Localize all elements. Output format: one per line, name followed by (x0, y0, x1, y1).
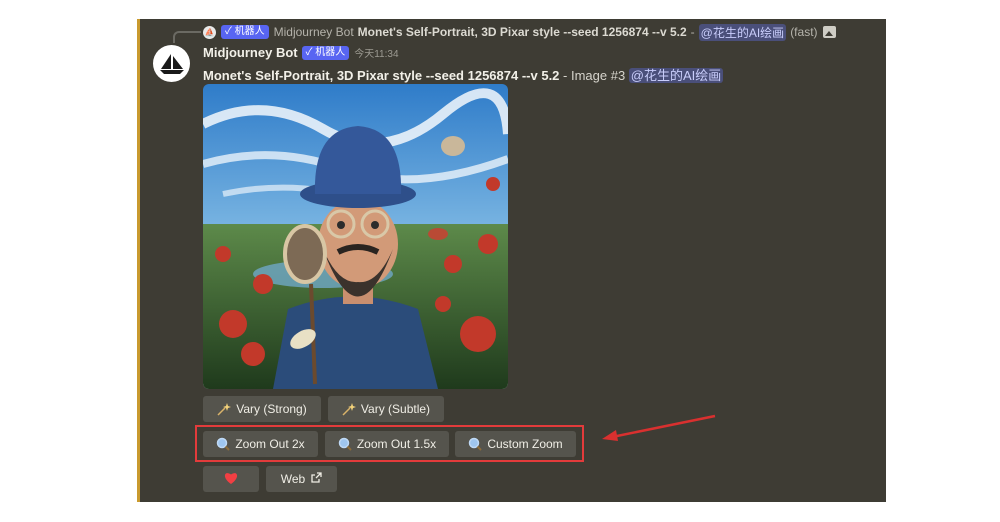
image-label: - Image #3 (559, 68, 629, 83)
vary-strong-label: Vary (Strong) (236, 402, 307, 416)
vary-strong-button[interactable]: Vary (Strong) (203, 396, 321, 422)
annotation-arrow (602, 414, 716, 441)
generated-image[interactable] (203, 84, 508, 389)
external-link-icon (311, 472, 322, 486)
zoom-out-1-5x-button[interactable]: Zoom Out 1.5x (325, 431, 449, 457)
zoom-out-2x-button[interactable]: Zoom Out 2x (203, 431, 318, 457)
web-link-button[interactable]: Web (266, 466, 337, 492)
message-content: Monet's Self-Portrait, 3D Pixar style --… (203, 65, 724, 84)
zoom-out-2x-label: Zoom Out 2x (235, 437, 305, 451)
sailboat-icon (159, 53, 184, 74)
reply-separator: - (690, 25, 695, 39)
zoom-out-1-5x-label: Zoom Out 1.5x (356, 437, 437, 451)
heart-icon (223, 471, 239, 488)
web-label: Web (280, 472, 306, 486)
magnifier-icon (216, 437, 231, 451)
reply-connector (173, 31, 201, 43)
magnifier-icon (468, 437, 483, 451)
reply-prompt: Monet's Self-Portrait, 3D Pixar style --… (357, 25, 687, 39)
vary-subtle-label: Vary (Subtle) (360, 402, 431, 416)
reply-bot-tag: ✓ 机器人 (221, 25, 269, 39)
message-mention[interactable]: @花生的AI绘画 (628, 68, 724, 83)
reply-reference[interactable]: ⛵ ✓ 机器人 Midjourney Bot Monet's Self-Port… (203, 23, 836, 41)
timestamp: 今天11:34 (354, 49, 399, 60)
magnifier-icon (338, 437, 352, 451)
bot-tag: ✓ 机器人 (301, 45, 350, 60)
custom-zoom-label: Custom Zoom (487, 437, 563, 451)
reply-author[interactable]: Midjourney Bot (274, 25, 354, 39)
custom-zoom-button[interactable]: Custom Zoom (455, 431, 576, 457)
reply-avatar-icon: ⛵ (203, 25, 216, 39)
message-header: Midjourney Bot ✓ 机器人 今天11:34 (203, 45, 399, 60)
message-prompt: Monet's Self-Portrait, 3D Pixar style --… (203, 68, 560, 83)
image-icon (822, 26, 836, 38)
sparkle-icon (217, 402, 232, 416)
heart-button[interactable] (203, 466, 259, 492)
reply-mode: (fast) (790, 25, 818, 39)
reply-mention[interactable]: @花生的AI绘画 (698, 23, 787, 41)
sparkle-icon (342, 402, 356, 416)
vary-subtle-button[interactable]: Vary (Subtle) (328, 396, 444, 422)
username[interactable]: Midjourney Bot (203, 45, 298, 60)
avatar[interactable] (153, 45, 190, 82)
